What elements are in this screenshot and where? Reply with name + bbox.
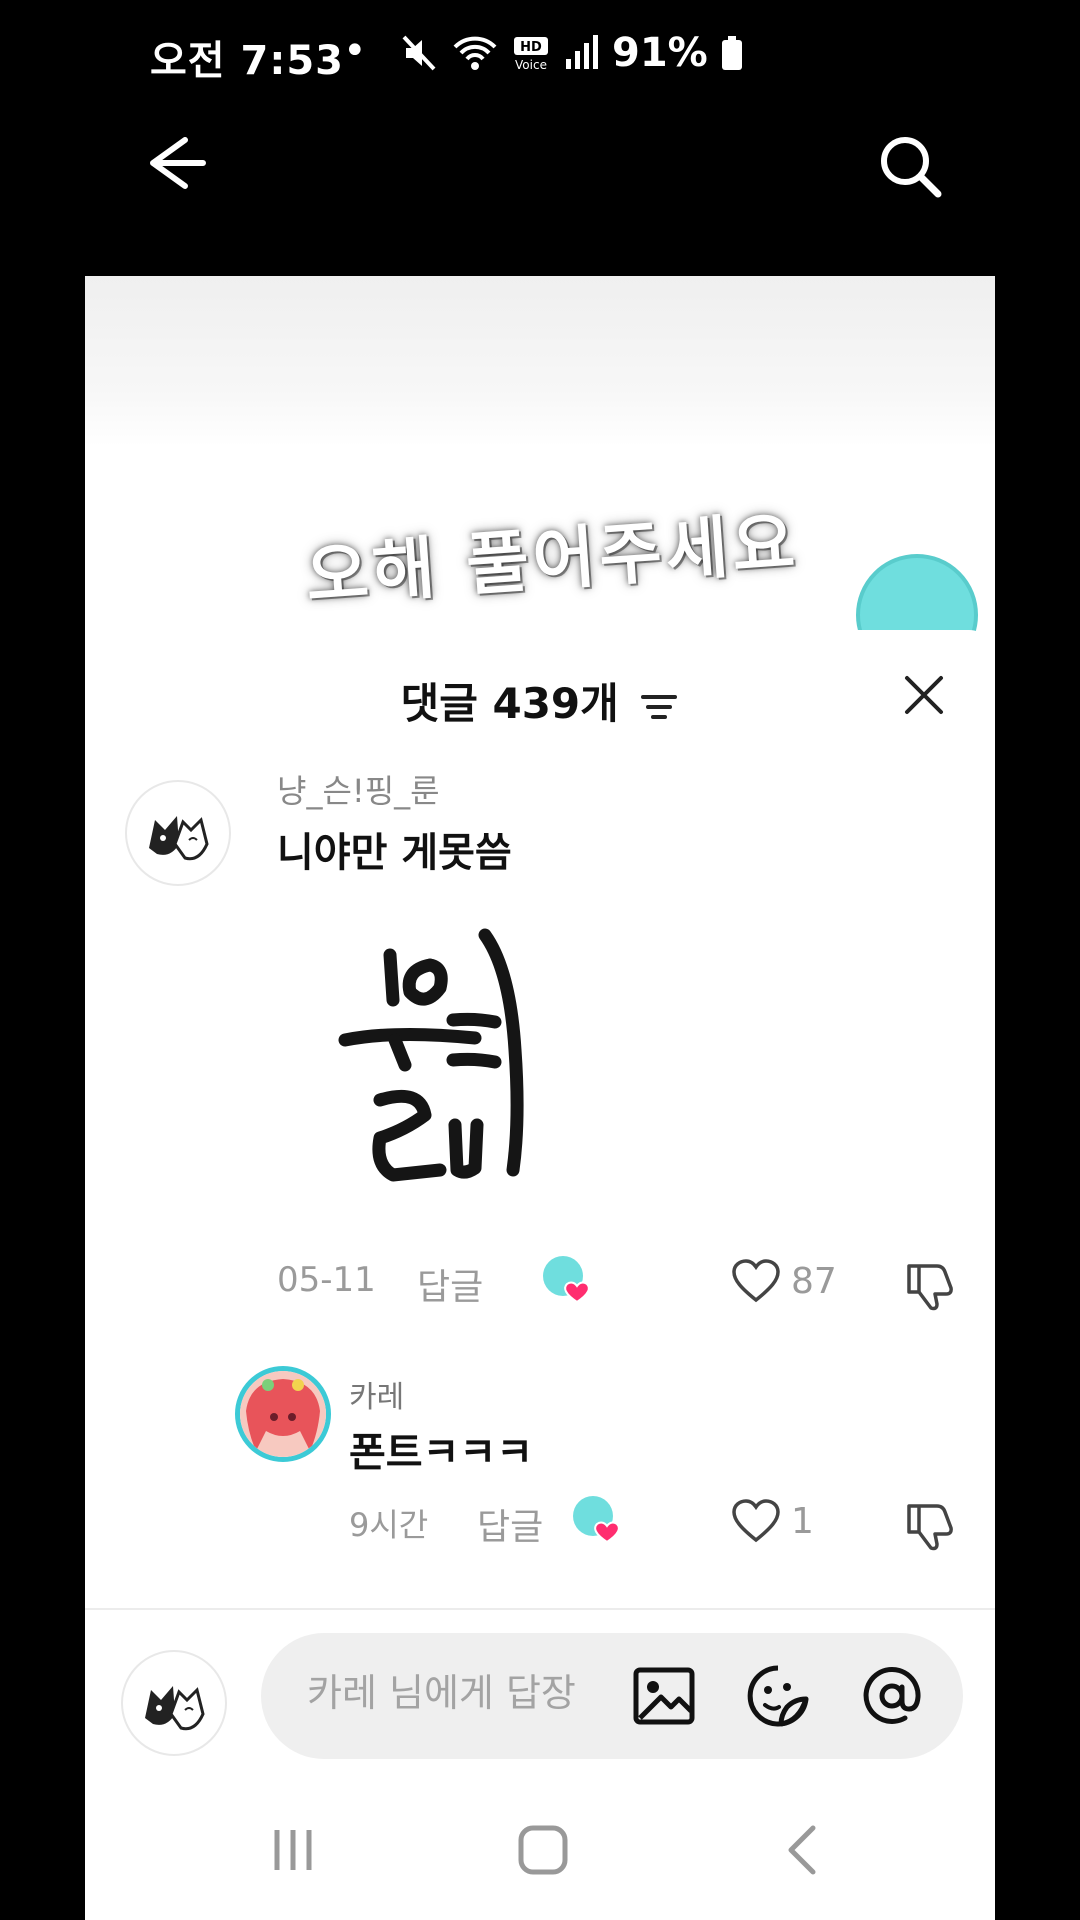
- comment-date: 05-11: [277, 1260, 376, 1300]
- video-caption: 오해 풀어주세요: [303, 503, 802, 618]
- heart-icon: [732, 1499, 780, 1543]
- screen: 오전 7:53 • HD Voice 91% 오해 풀어주세요 댓글 439개: [0, 0, 1080, 1920]
- reply-like-button[interactable]: 1: [731, 1498, 814, 1544]
- status-bar: 오전 7:53 • HD Voice 91%: [0, 0, 1080, 105]
- battery-icon: [721, 36, 742, 70]
- at-sign-icon[interactable]: [859, 1663, 925, 1729]
- divider: [85, 1608, 995, 1610]
- my-avatar[interactable]: [121, 1650, 227, 1756]
- like-button[interactable]: 87: [731, 1258, 837, 1304]
- battery-percent: 91%: [612, 30, 708, 76]
- video-preview[interactable]: 오해 풀어주세요: [85, 276, 995, 676]
- comments-header: 댓글 439개: [85, 670, 995, 731]
- svg-text:Voice: Voice: [515, 58, 547, 72]
- svg-text:HD: HD: [520, 40, 542, 55]
- image-icon[interactable]: [631, 1663, 697, 1729]
- comments-count-title: 댓글 439개: [400, 679, 619, 728]
- signal-icon: [566, 35, 598, 69]
- reply-avatar[interactable]: [235, 1366, 331, 1462]
- status-dot: •: [343, 28, 367, 74]
- sticker-emoji-icon[interactable]: [745, 1663, 811, 1729]
- cat-avatar-icon: [145, 1686, 205, 1731]
- reply-like-count: 1: [791, 1500, 814, 1542]
- nav-back-icon[interactable]: [773, 1820, 833, 1880]
- sort-icon[interactable]: [639, 691, 679, 723]
- comment-composer: [261, 1633, 963, 1759]
- handwritten-drawing: [338, 928, 524, 1182]
- status-icons: HD Voice 91%: [400, 28, 744, 78]
- comment-username[interactable]: 냥_슨!핑_룬: [277, 766, 440, 812]
- reply-username[interactable]: 카레: [349, 1372, 404, 1416]
- back-button[interactable]: [145, 132, 207, 194]
- search-button[interactable]: [876, 132, 944, 200]
- creator-liked-icon: [573, 1496, 620, 1544]
- anime-avatar-icon: [240, 1371, 326, 1457]
- mute-icon: [402, 35, 436, 71]
- recent-apps-icon[interactable]: [263, 1820, 323, 1880]
- reply-input[interactable]: [307, 1671, 607, 1715]
- avatar[interactable]: [125, 780, 231, 886]
- reply-text: 폰트ㅋㅋㅋ: [349, 1430, 533, 1476]
- comment-text: 니야만 게못씀: [277, 830, 512, 876]
- home-icon[interactable]: [513, 1820, 573, 1880]
- reply-date: 9시간: [349, 1506, 429, 1544]
- like-count: 87: [791, 1260, 837, 1302]
- wifi-icon: [453, 36, 497, 70]
- reply-dislike-button[interactable]: [903, 1498, 957, 1552]
- reply-reply-button[interactable]: 답글: [477, 1498, 543, 1550]
- system-nav-bar: [85, 1780, 995, 1920]
- close-button[interactable]: [903, 674, 945, 716]
- reply-button[interactable]: 답글: [417, 1258, 483, 1310]
- cat-avatar-icon: [149, 816, 209, 861]
- comments-sheet: 댓글 439개 냥_슨!핑_룬 니야만 게못씀 05-11 답글 87 카레 폰…: [85, 630, 995, 1920]
- heart-icon: [732, 1259, 780, 1303]
- status-time: 오전 7:53: [150, 38, 345, 84]
- hd-voice-icon: HD Voice: [514, 37, 548, 72]
- dislike-button[interactable]: [903, 1258, 957, 1312]
- creator-liked-icon: [543, 1256, 590, 1304]
